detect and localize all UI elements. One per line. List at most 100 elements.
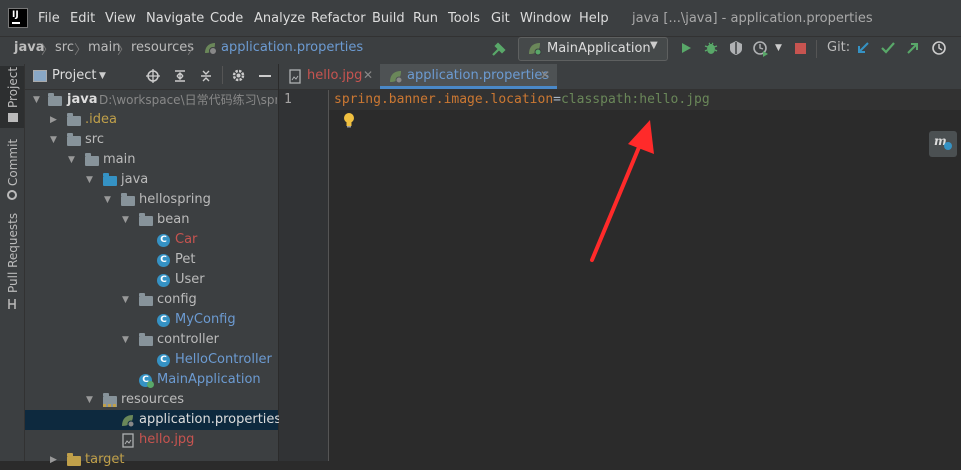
menu-run[interactable]: Run: [413, 11, 438, 26]
tab-application-properties[interactable]: application.properties: [407, 68, 549, 83]
breadcrumb-java[interactable]: java: [14, 40, 44, 55]
window-title: java [...\java] - application.properties: [632, 11, 873, 26]
chevron-down-icon[interactable]: ▼: [86, 175, 93, 185]
collapse-all-icon[interactable]: [199, 69, 213, 83]
run-icon[interactable]: [679, 41, 693, 55]
menu-view[interactable]: View: [105, 11, 136, 26]
tree-item-user[interactable]: User: [175, 270, 205, 290]
breadcrumb-separator-icon: 〉: [187, 43, 201, 58]
tree-item-target[interactable]: target: [85, 450, 125, 470]
git-label: Git:: [827, 40, 851, 55]
locate-target-icon[interactable]: [146, 69, 160, 83]
folder-icon: [67, 133, 81, 146]
git-push-icon[interactable]: [905, 40, 921, 56]
tree-item-car[interactable]: Car: [175, 230, 197, 250]
menu-edit[interactable]: Edit: [70, 11, 95, 26]
class-icon: C: [157, 234, 170, 247]
menu-analyze[interactable]: Analyze: [254, 11, 305, 26]
close-tab-icon[interactable]: ✕: [363, 68, 373, 82]
chevron-down-icon[interactable]: ▼: [68, 155, 75, 165]
expand-all-icon[interactable]: [173, 69, 187, 83]
tree-item-myconfig[interactable]: MyConfig: [175, 310, 236, 330]
breadcrumb-src[interactable]: src: [55, 40, 74, 55]
tree-item-bean[interactable]: bean: [157, 210, 189, 230]
chevron-down-icon[interactable]: ▼: [122, 215, 129, 225]
chevron-right-icon[interactable]: ▶: [50, 115, 57, 125]
tree-item-java-source[interactable]: java: [121, 170, 148, 190]
property-key: spring.banner.image.location: [334, 92, 554, 107]
property-value: classpath:hello.jpg: [560, 92, 710, 107]
menu-window[interactable]: Window: [520, 11, 571, 26]
breadcrumb-resources[interactable]: resources: [131, 40, 194, 55]
intention-lightbulb-icon[interactable]: [342, 112, 356, 128]
debug-icon[interactable]: [703, 40, 719, 56]
menu-file[interactable]: File: [38, 11, 60, 26]
annotation-arrow: [590, 120, 654, 262]
tab-hello-jpg[interactable]: hello.jpg: [307, 68, 362, 83]
tree-item-hellospring[interactable]: hellospring: [139, 190, 211, 210]
class-icon: C: [157, 314, 170, 327]
menu-git[interactable]: Git: [491, 11, 510, 26]
menu-navigate[interactable]: Navigate: [146, 11, 204, 26]
class-icon: C: [157, 354, 170, 367]
close-tab-icon[interactable]: ✕: [540, 68, 550, 82]
project-tool-icon: [8, 113, 18, 122]
tree-item-resources[interactable]: resources: [121, 390, 184, 410]
chevron-down-icon[interactable]: ▼: [104, 195, 111, 205]
run-with-coverage-icon[interactable]: [728, 40, 744, 56]
tree-item-java-module[interactable]: java: [67, 90, 97, 110]
chevron-down-icon[interactable]: ▼: [50, 135, 57, 145]
project-panel-title[interactable]: Project: [52, 68, 96, 83]
tree-item-java-module-path: D:\workspace\日常代码练习\spr: [99, 93, 277, 107]
tree-item-hellocontroller[interactable]: HelloController: [175, 350, 272, 370]
chevron-down-icon[interactable]: ▼: [122, 335, 129, 345]
chevron-down-icon[interactable]: ▼: [122, 295, 129, 305]
tree-item-main[interactable]: main: [103, 150, 135, 170]
more-run-options-chevron-icon[interactable]: ▼: [775, 43, 782, 53]
tool-tab-project[interactable]: Project: [6, 67, 20, 108]
spring-badge-icon: [147, 381, 154, 388]
tree-item-mainapplication[interactable]: MainApplication: [157, 370, 261, 390]
breadcrumb-separator-icon: 〉: [41, 43, 55, 58]
breadcrumb-main[interactable]: main: [88, 40, 120, 55]
tool-tab-pull-requests[interactable]: Pull Requests: [6, 213, 20, 293]
minimize-icon[interactable]: [259, 75, 271, 77]
project-view-dropdown-chevron-icon[interactable]: ▼: [99, 71, 106, 81]
folder-icon: [67, 453, 81, 466]
gear-icon[interactable]: [231, 68, 246, 83]
spring-properties-icon: [205, 43, 217, 55]
tree-item-idea[interactable]: .idea: [85, 110, 117, 130]
spring-properties-icon: [122, 415, 135, 428]
history-clock-icon[interactable]: [931, 40, 947, 56]
resources-root-marker-icon: [103, 404, 117, 407]
tree-item-src[interactable]: src: [85, 130, 104, 150]
plugin-sidebar-icon[interactable]: m: [929, 131, 957, 157]
code-line-1[interactable]: spring.banner.image.location=classpath:h…: [334, 92, 710, 107]
chevron-right-icon[interactable]: ▶: [50, 455, 57, 465]
package-icon: [139, 213, 153, 226]
build-hammer-icon[interactable]: [490, 40, 508, 58]
git-update-icon[interactable]: [855, 40, 871, 56]
menu-tools[interactable]: Tools: [448, 11, 480, 26]
git-commit-checkmark-icon[interactable]: [880, 40, 896, 56]
menu-code[interactable]: Code: [210, 11, 243, 26]
project-view-icon: [33, 70, 47, 82]
chevron-down-icon[interactable]: ▼: [33, 95, 40, 105]
tree-item-config[interactable]: config: [157, 290, 197, 310]
source-folder-icon: [103, 173, 117, 186]
chevron-down-icon[interactable]: ▼: [86, 395, 93, 405]
stop-icon[interactable]: [795, 43, 806, 54]
tree-item-pet[interactable]: Pet: [175, 250, 195, 270]
profiler-icon[interactable]: [752, 40, 770, 58]
chevron-down-icon: ▼: [650, 40, 658, 51]
spring-properties-icon: [390, 71, 403, 84]
menu-build[interactable]: Build: [372, 11, 405, 26]
intellij-logo-icon[interactable]: IJ: [8, 8, 28, 28]
breadcrumb-application-properties[interactable]: application.properties: [221, 40, 363, 55]
tree-item-hello-jpg[interactable]: hello.jpg: [139, 430, 194, 450]
tool-tab-commit[interactable]: Commit: [6, 139, 20, 186]
menu-refactor[interactable]: Refactor: [311, 11, 366, 26]
tree-item-controller[interactable]: controller: [157, 330, 219, 350]
tree-item-application-properties[interactable]: application.properties: [139, 410, 281, 430]
menu-help[interactable]: Help: [579, 11, 609, 26]
